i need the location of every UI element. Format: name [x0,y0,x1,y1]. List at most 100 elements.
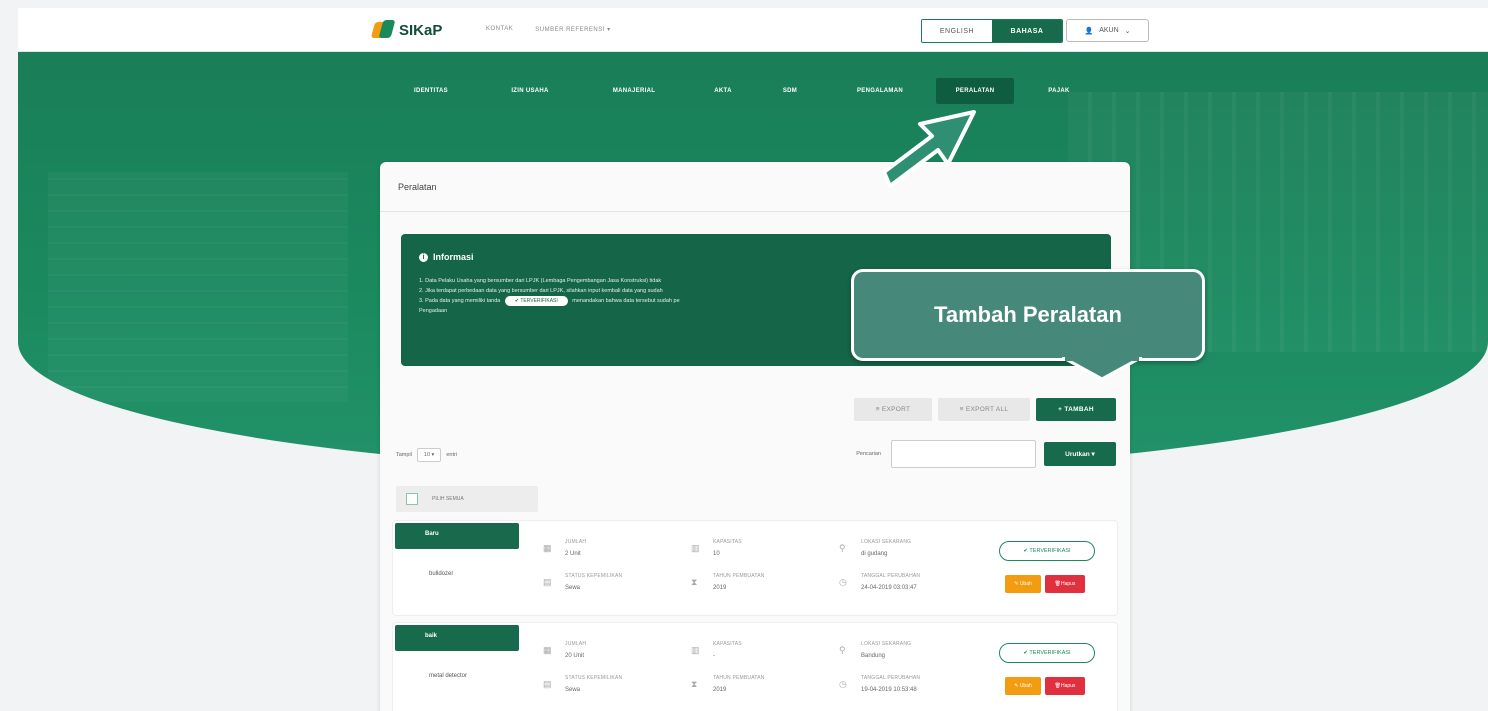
peralatan-card: Peralatan i Informasi 1. Data Pelaku Usa… [380,162,1130,711]
tab-pengalaman[interactable]: PENGALAMAN [824,78,936,104]
edit-button[interactable]: ✎ Ubah [1005,677,1041,695]
field-label: TAHUN PEMBUATAN [713,675,765,681]
logo-icon [373,20,395,40]
card-title: Peralatan [380,162,1130,212]
field-label: TANGGAL PERUBAHAN [861,573,921,579]
logo-text: SIKaP [399,21,443,39]
chevron-down-icon: ⌄ [1124,27,1131,35]
add-button[interactable]: + TAMBAH [1036,398,1116,421]
field-value: 2 Unit [565,551,581,557]
pointer-arrow-icon [882,110,976,188]
edit-label: Ubah [1019,683,1032,689]
export-all-button[interactable]: ≡ EXPORT ALL [938,398,1030,421]
tab-identitas[interactable]: IDENTITAS [380,78,482,104]
nav-sumber-referensi[interactable]: SUMBER REFERENSI ▾ [535,26,610,33]
callout-tail-icon [1062,357,1142,381]
select-all[interactable]: PILIH SEMUA [396,486,538,512]
screen: SIKaP KONTAK SUMBER REFERENSI ▾ ENGLISH … [0,0,1488,711]
sikap-logo[interactable]: SIKaP [373,20,442,40]
delete-button[interactable]: 🗑 Hapus [1045,677,1085,695]
profile-tabs: IDENTITAS IZIN USAHA MANAJERIAL AKTA SDM… [380,78,1104,104]
field-label: KAPASITAS [713,641,742,647]
entries-select[interactable]: 10 ▾ [416,448,442,462]
lang-bahasa-button[interactable]: BAHASA [992,20,1062,42]
edit-label: Ubah [1019,581,1032,587]
field-value: 10 [713,551,720,557]
tab-manajerial[interactable]: MANAJERIAL [578,78,690,104]
edit-button[interactable]: ✎ Ubah [1005,575,1041,593]
clock-icon: ◷ [839,679,847,689]
entries-prefix: Tampil [396,452,412,458]
select-all-checkbox[interactable] [406,493,418,505]
condition-tag: baik [395,625,519,651]
field-label: LOKASI SEKARANG [861,641,912,647]
select-all-label: PILIH SEMUA [432,496,464,502]
tab-akta[interactable]: AKTA [690,78,756,104]
hero-decoration-left [48,172,348,402]
language-switch: ENGLISH BAHASA [921,19,1063,43]
field-value: 20 Unit [565,653,585,659]
entries-suffix: entri [446,452,458,458]
tab-izin-usaha[interactable]: IZIN USAHA [482,78,578,104]
hourglass-icon: ⧗ [691,679,698,689]
info-title-text: Informasi [433,252,474,262]
document-icon: ▤ [543,679,552,689]
delete-button[interactable]: 🗑 Hapus [1045,575,1085,593]
field-label: TAHUN PEMBUATAN [713,573,765,579]
tab-pajak[interactable]: PAJAK [1014,78,1104,104]
delete-label: Hapus [1060,683,1076,689]
user-icon: 👤 [1084,27,1094,35]
entries-selector: Tampil 10 ▾ entri [396,448,457,462]
document-icon: ▤ [543,577,552,587]
nav-kontak[interactable]: KONTAK [486,26,513,33]
sort-button[interactable]: Urutkan ▾ [1044,442,1116,466]
field-value: 24-04-2019 03:03:47 [861,585,917,591]
field-value: Sewa [565,687,581,693]
account-dropdown[interactable]: 👤 AKUN ⌄ [1066,19,1149,42]
verified-badge: ✔ TERVERIFIKASI [999,643,1095,663]
list-item: Baru bulldozer ▦ JUMLAH 2 Unit ▥ KAPASIT… [392,520,1118,616]
field-value: - [713,653,715,659]
equipment-name: metal detector [429,673,468,679]
search-label: Pencarian [856,451,881,457]
tab-sdm[interactable]: SDM [756,78,824,104]
verified-badge: ✔ TERVERIFIKASI [999,541,1095,561]
search-input[interactable] [891,440,1036,468]
field-value: 2019 [713,687,727,693]
list-item: baik metal detector ▦ JUMLAH 20 Unit ▥ K… [392,622,1118,711]
field-value: Sewa [565,585,581,591]
field-label: JUMLAH [565,539,587,545]
top-nav: KONTAK SUMBER REFERENSI ▾ [486,26,611,33]
lang-english-button[interactable]: ENGLISH [922,20,992,42]
info-line-3-text-b: menandakan bahwa data tersebut sudah pe [572,298,680,304]
hourglass-icon: ⧗ [691,577,698,587]
quantity-icon: ▦ [543,543,552,553]
action-buttons: ≡ EXPORT ≡ EXPORT ALL + TAMBAH [854,398,1116,421]
capacity-icon: ▥ [691,543,700,553]
top-navbar: SIKaP KONTAK SUMBER REFERENSI ▾ ENGLISH … [18,8,1488,52]
search-area: Pencarian [856,440,1036,468]
field-label: KAPASITAS [713,539,742,545]
info-line-3-text: 3. Pada data yang memiliki tanda [419,298,501,304]
equipment-name: bulldozer [429,571,454,577]
info-title: i Informasi [419,252,1093,262]
field-value: di gudang [861,551,888,557]
info-icon: i [419,252,428,262]
tab-peralatan[interactable]: PERALATAN [936,78,1014,104]
condition-tag: Baru [395,523,519,549]
table-controls: Tampil 10 ▾ entri Pencarian Urutkan ▾ [396,440,1116,468]
account-label: AKUN [1099,27,1119,34]
field-label: TANGGAL PERUBAHAN [861,675,921,681]
field-value: Bandung [861,653,886,659]
field-value: 2019 [713,585,727,591]
field-label: LOKASI SEKARANG [861,539,912,545]
delete-label: Hapus [1060,581,1076,587]
clock-icon: ◷ [839,577,847,587]
location-icon: ⚲ [839,543,846,553]
capacity-icon: ▥ [691,645,700,655]
field-value: 19-04-2019 10:53:48 [861,687,917,693]
field-label: JUMLAH [565,641,587,647]
export-button[interactable]: ≡ EXPORT [854,398,932,421]
field-label: STATUS KEPEMILIKAN [565,675,623,681]
verified-badge-sample: ✔ TERVERIFIKASI [504,296,568,306]
